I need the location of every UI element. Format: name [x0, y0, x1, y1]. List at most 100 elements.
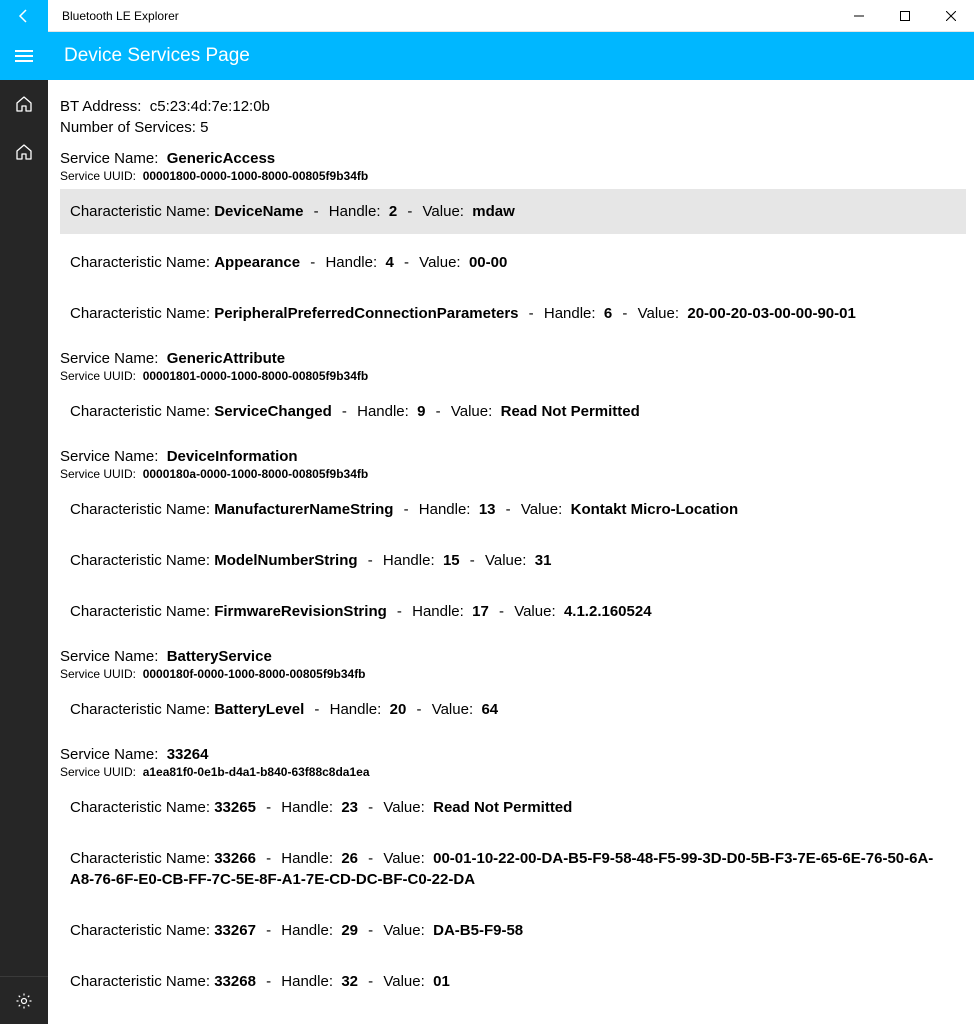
- service-uuid-label: Service UUID:: [60, 667, 136, 681]
- separator: -: [432, 403, 445, 420]
- characteristic-row[interactable]: Characteristic Name: Appearance - Handle…: [60, 240, 966, 285]
- separator: -: [310, 701, 323, 718]
- value-label: Value:: [383, 799, 424, 816]
- service-uuid-label: Service UUID:: [60, 467, 136, 481]
- handle-label: Handle:: [281, 799, 333, 816]
- characteristic-row[interactable]: Characteristic Name: ManufacturerNameStr…: [60, 487, 966, 532]
- handle-value: 29: [341, 922, 358, 939]
- bt-address-line: BT Address: c5:23:4d:7e:12:0b: [60, 98, 966, 115]
- service-name-label: Service Name:: [60, 746, 158, 763]
- value-value: Kontakt Micro-Location: [571, 501, 739, 518]
- back-button[interactable]: [0, 0, 48, 32]
- hamburger-icon: [15, 50, 33, 62]
- characteristic-row[interactable]: Characteristic Name: ModelNumberString -…: [60, 538, 966, 583]
- gear-icon: [15, 992, 33, 1010]
- char-name-label: Characteristic Name:: [70, 305, 210, 322]
- app-bar: Device Services Page: [0, 32, 974, 80]
- service-name-value: GenericAttribute: [167, 350, 285, 367]
- char-name-label: Characteristic Name:: [70, 203, 210, 220]
- minimize-button[interactable]: [836, 0, 882, 32]
- maximize-button[interactable]: [882, 0, 928, 32]
- characteristic-row[interactable]: Characteristic Name: ServiceChanged - Ha…: [60, 389, 966, 434]
- service-name-line: Service Name: GenericAccess: [60, 150, 966, 167]
- characteristic-row[interactable]: Characteristic Name: FirmwareRevisionStr…: [60, 589, 966, 634]
- service-name-value: 33264: [167, 746, 209, 763]
- characteristic-row[interactable]: Characteristic Name: 33265 - Handle: 23 …: [60, 785, 966, 830]
- char-name-label: Characteristic Name:: [70, 552, 210, 569]
- value-label: Value:: [514, 603, 555, 620]
- separator: -: [262, 850, 275, 867]
- value-label: Value:: [451, 403, 492, 420]
- close-button[interactable]: [928, 0, 974, 32]
- characteristic-row[interactable]: Characteristic Name: 33266 - Handle: 26 …: [60, 836, 966, 902]
- separator: -: [364, 552, 377, 569]
- separator: -: [495, 603, 508, 620]
- handle-label: Handle:: [281, 922, 333, 939]
- characteristic-row[interactable]: Characteristic Name: BatteryLevel - Hand…: [60, 687, 966, 732]
- window-controls: [836, 0, 974, 32]
- handle-value: 23: [341, 799, 358, 816]
- service-name-label: Service Name:: [60, 448, 158, 465]
- char-name-value: 33266: [214, 850, 256, 867]
- handle-value: 13: [479, 501, 496, 518]
- service-name-label: Service Name:: [60, 350, 158, 367]
- service-uuid-line: Service UUID: 0000180f-0000-1000-8000-00…: [60, 667, 966, 681]
- separator: -: [262, 922, 275, 939]
- separator: -: [364, 922, 377, 939]
- sidebar-item-home-2[interactable]: [0, 128, 48, 176]
- value-label: Value:: [383, 922, 424, 939]
- characteristic-row[interactable]: Characteristic Name: PeripheralPreferred…: [60, 291, 966, 336]
- service-name-label: Service Name:: [60, 648, 158, 665]
- service-name-line: Service Name: BatteryService: [60, 648, 966, 665]
- char-name-label: Characteristic Name:: [70, 701, 210, 718]
- service-name-label: Service Name:: [60, 150, 158, 167]
- window-title: Bluetooth LE Explorer: [48, 9, 836, 23]
- char-name-value: 33265: [214, 799, 256, 816]
- characteristic-row[interactable]: Characteristic Name: 33267 - Handle: 29 …: [60, 908, 966, 953]
- service-name-line: Service Name: DeviceInformation: [60, 448, 966, 465]
- char-name-label: Characteristic Name:: [70, 603, 210, 620]
- handle-label: Handle:: [281, 850, 333, 867]
- sidebar-item-settings[interactable]: [0, 976, 48, 1024]
- handle-label: Handle:: [419, 501, 471, 518]
- value-value: 4.1.2.160524: [564, 603, 652, 620]
- value-value: DA-B5-F9-58: [433, 922, 523, 939]
- service-block: Service Name: BatteryService Service UUID…: [60, 648, 966, 732]
- handle-label: Handle:: [330, 701, 382, 718]
- separator: -: [262, 973, 275, 990]
- char-name-label: Characteristic Name:: [70, 973, 210, 990]
- service-uuid-line: Service UUID: a1ea81f0-0e1b-d4a1-b840-63…: [60, 765, 966, 779]
- service-name-value: DeviceInformation: [167, 448, 298, 465]
- value-label: Value:: [423, 203, 464, 220]
- handle-label: Handle:: [325, 254, 377, 271]
- separator: -: [412, 701, 425, 718]
- value-value: Read Not Permitted: [433, 799, 572, 816]
- value-value: 00-00: [469, 254, 507, 271]
- service-block: Service Name: DeviceInformation Service U…: [60, 448, 966, 634]
- separator: -: [466, 552, 479, 569]
- sidebar-item-home[interactable]: [0, 80, 48, 128]
- characteristic-row[interactable]: Characteristic Name: DeviceName - Handle…: [60, 189, 966, 234]
- char-name-value: ManufacturerNameString: [214, 501, 393, 518]
- value-label: Value:: [383, 973, 424, 990]
- char-name-value: BatteryLevel: [214, 701, 304, 718]
- service-block: Service Name: GenericAttributeService UU…: [60, 350, 966, 434]
- separator: -: [400, 254, 413, 271]
- window-titlebar: Bluetooth LE Explorer: [0, 0, 974, 32]
- char-name-label: Characteristic Name:: [70, 922, 210, 939]
- char-name-label: Characteristic Name:: [70, 403, 210, 420]
- service-block: Service Name: GenericAccessService UUID:…: [60, 150, 966, 336]
- service-uuid-value: 00001800-0000-1000-8000-00805f9b34fb: [143, 169, 369, 183]
- separator: -: [262, 799, 275, 816]
- handle-value: 15: [443, 552, 460, 569]
- content-area: BT Address: c5:23:4d:7e:12:0b Number of …: [48, 80, 974, 1024]
- separator: -: [502, 501, 515, 518]
- num-services-value: 5: [200, 119, 208, 136]
- char-name-value: 33268: [214, 973, 256, 990]
- handle-label: Handle:: [412, 603, 464, 620]
- hamburger-button[interactable]: [0, 32, 48, 80]
- characteristic-row[interactable]: Characteristic Name: 33268 - Handle: 32 …: [60, 959, 966, 1004]
- handle-value: 26: [341, 850, 358, 867]
- separator: -: [525, 305, 538, 322]
- nav-sidebar: [0, 80, 48, 1024]
